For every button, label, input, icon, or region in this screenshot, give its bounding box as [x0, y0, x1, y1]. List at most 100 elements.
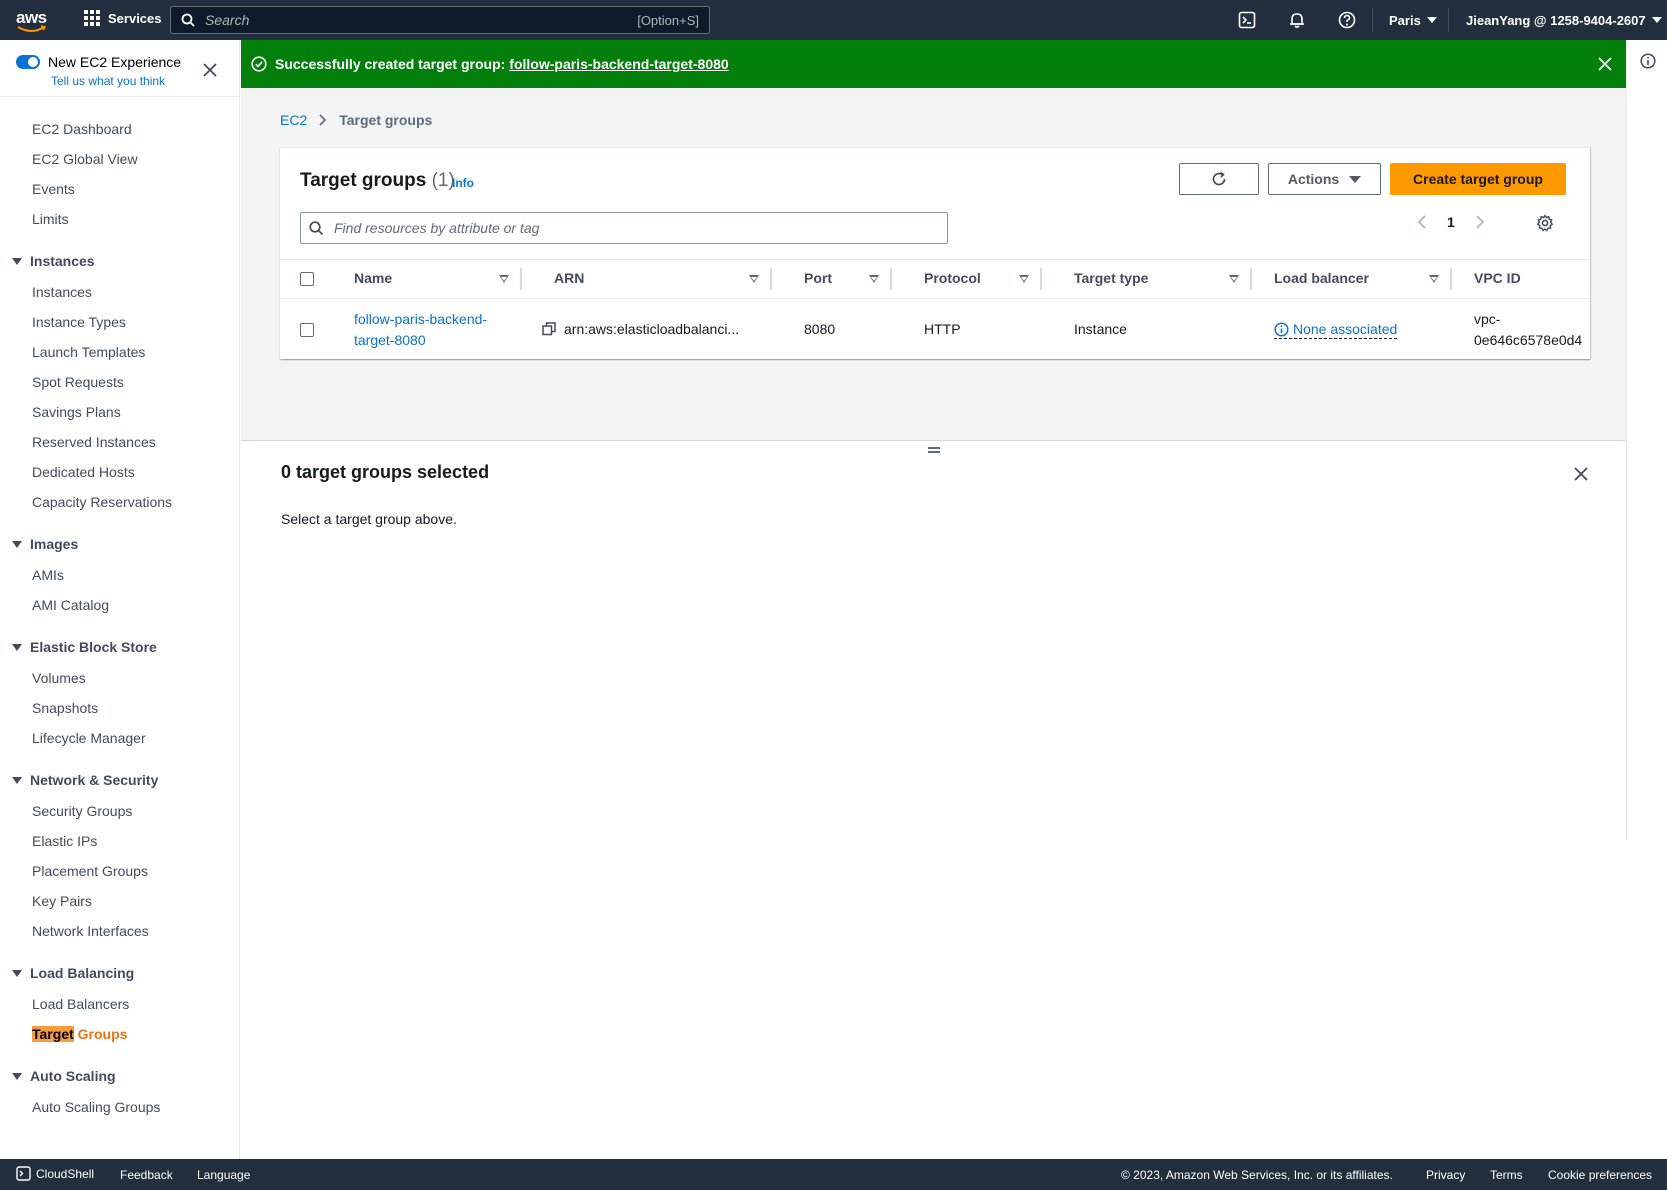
- column-header-protocol[interactable]: Protocol: [924, 270, 981, 286]
- footer-language-link[interactable]: Language: [197, 1168, 250, 1182]
- sidebar-item-security-groups[interactable]: Security Groups: [32, 803, 132, 819]
- sidebar-item-elastic-ips[interactable]: Elastic IPs: [32, 833, 97, 849]
- chevron-right-icon[interactable]: [1475, 215, 1485, 229]
- sort-icon[interactable]: [499, 275, 509, 283]
- table-row[interactable]: follow-paris-backend- target-8080 arn:aw…: [280, 300, 1590, 360]
- sidebar-section-instances[interactable]: Instances: [12, 253, 95, 269]
- aws-logo[interactable]: aws: [16, 8, 50, 34]
- column-resizer[interactable]: [770, 268, 772, 290]
- current-page-number[interactable]: 1: [1447, 214, 1455, 230]
- chevron-right-icon: [319, 114, 327, 126]
- sidebar-item-ami-catalog[interactable]: AMI Catalog: [32, 597, 109, 613]
- sort-icon[interactable]: [1429, 275, 1439, 283]
- column-header-arn[interactable]: ARN: [554, 270, 584, 286]
- help-icon[interactable]: [1338, 11, 1356, 29]
- sidebar-item-events[interactable]: Events: [32, 181, 75, 197]
- column-header-vpc-id[interactable]: VPC ID: [1474, 270, 1521, 286]
- services-menu-button[interactable]: Services: [84, 10, 162, 26]
- account-menu[interactable]: JieanYang @ 1258-9404-2607: [1466, 0, 1662, 40]
- column-resizer[interactable]: [1250, 268, 1252, 290]
- sidebar-section-elastic-block-store[interactable]: Elastic Block Store: [12, 639, 157, 655]
- search-input[interactable]: Search [Option+S]: [170, 6, 710, 34]
- footer-cookie-preferences-link[interactable]: Cookie preferences: [1548, 1168, 1652, 1182]
- column-resizer[interactable]: [1450, 268, 1452, 290]
- sort-icon[interactable]: [749, 275, 759, 283]
- footer-feedback-link[interactable]: Feedback: [120, 1168, 173, 1182]
- search-highlight: Target: [32, 1026, 74, 1042]
- load-balancer-value: None associated: [1293, 321, 1398, 337]
- actions-button[interactable]: Actions: [1268, 163, 1381, 195]
- sidebar-item-key-pairs[interactable]: Key Pairs: [32, 893, 92, 909]
- sidebar-section-auto-scaling[interactable]: Auto Scaling: [12, 1068, 116, 1084]
- row-checkbox[interactable]: [300, 323, 314, 337]
- sidebar-item-savings-plans[interactable]: Savings Plans: [32, 404, 121, 420]
- flash-message: Successfully created target group:: [275, 56, 506, 72]
- select-all-checkbox[interactable]: [300, 272, 314, 286]
- gear-icon[interactable]: [1536, 214, 1554, 232]
- expand-triangle-icon: [12, 540, 22, 548]
- column-resizer[interactable]: [520, 268, 522, 290]
- sidebar-item-ec2-dashboard[interactable]: EC2 Dashboard: [32, 121, 132, 137]
- refresh-button[interactable]: [1179, 163, 1259, 195]
- port-cell: 8080: [804, 321, 836, 337]
- breadcrumb-ec2-link[interactable]: EC2: [280, 112, 307, 128]
- sort-icon[interactable]: [1019, 275, 1029, 283]
- arn-cell: arn:aws:elasticloadbalanci...: [542, 321, 739, 337]
- cloudshell-icon[interactable]: [1238, 11, 1256, 29]
- load-balancer-link[interactable]: None associated: [1274, 321, 1398, 339]
- chevron-left-icon[interactable]: [1417, 215, 1427, 229]
- sidebar-item-instance-types[interactable]: Instance Types: [32, 314, 126, 330]
- close-icon[interactable]: [1597, 56, 1613, 72]
- sidebar-item-lifecycle-manager[interactable]: Lifecycle Manager: [32, 730, 146, 746]
- new-experience-toggle[interactable]: New EC2 Experience: [16, 54, 181, 70]
- sidebar-item-target-groups[interactable]: Target Groups: [32, 1026, 127, 1042]
- region-selector[interactable]: Paris: [1389, 0, 1437, 40]
- feedback-link[interactable]: Tell us what you think: [51, 74, 165, 88]
- sidebar-item-load-balancers[interactable]: Load Balancers: [32, 996, 129, 1012]
- sidebar-item-ec2-global-view[interactable]: EC2 Global View: [32, 151, 138, 167]
- toggle-switch[interactable]: [16, 55, 40, 69]
- flash-target-group-link[interactable]: follow-paris-backend-target-8080: [509, 56, 728, 72]
- sidebar-section-images[interactable]: Images: [12, 536, 78, 552]
- sidebar-item-amis[interactable]: AMIs: [32, 567, 64, 583]
- sidebar-item-spot-requests[interactable]: Spot Requests: [32, 374, 124, 390]
- sidebar-section-network-security[interactable]: Network & Security: [12, 772, 158, 788]
- sidebar-item-launch-templates[interactable]: Launch Templates: [32, 344, 145, 360]
- column-header-name[interactable]: Name: [354, 270, 392, 286]
- sidebar-item-limits[interactable]: Limits: [32, 211, 69, 227]
- info-icon[interactable]: [1640, 53, 1656, 69]
- create-target-group-button[interactable]: Create target group: [1390, 163, 1566, 195]
- sidebar-item-dedicated-hosts[interactable]: Dedicated Hosts: [32, 464, 135, 480]
- sidebar-item-reserved-instances[interactable]: Reserved Instances: [32, 434, 156, 450]
- close-icon[interactable]: [202, 62, 218, 78]
- cloudshell-button[interactable]: CloudShell: [16, 1166, 94, 1181]
- column-header-target-type[interactable]: Target type: [1074, 270, 1148, 286]
- nav-separator: [1372, 8, 1373, 32]
- sidebar-item-capacity-reservations[interactable]: Capacity Reservations: [32, 494, 172, 510]
- filter-placeholder: Find resources by attribute or tag: [334, 220, 540, 236]
- drag-handle-icon[interactable]: [928, 447, 940, 453]
- sort-icon[interactable]: [1229, 275, 1239, 283]
- sidebar-item-snapshots[interactable]: Snapshots: [32, 700, 98, 716]
- close-icon[interactable]: [1573, 466, 1589, 482]
- target-group-name-link[interactable]: follow-paris-backend- target-8080: [354, 309, 487, 351]
- account-label: JieanYang @ 1258-9404-2607: [1466, 12, 1646, 28]
- sidebar-item-volumes[interactable]: Volumes: [32, 670, 86, 686]
- column-header-port[interactable]: Port: [804, 270, 832, 286]
- column-resizer[interactable]: [1040, 268, 1042, 290]
- copy-icon[interactable]: [542, 322, 556, 336]
- column-header-load-balancer[interactable]: Load balancer: [1274, 270, 1369, 286]
- sort-icon[interactable]: [869, 275, 879, 283]
- column-resizer[interactable]: [890, 268, 892, 290]
- sidebar-item-instances[interactable]: Instances: [32, 284, 92, 300]
- footer-privacy-link[interactable]: Privacy: [1426, 1168, 1465, 1182]
- sidebar-section-load-balancing[interactable]: Load Balancing: [12, 965, 134, 981]
- sidebar-item-auto-scaling-groups[interactable]: Auto Scaling Groups: [32, 1099, 160, 1115]
- sidebar-item-placement-groups[interactable]: Placement Groups: [32, 863, 148, 879]
- filter-input[interactable]: Find resources by attribute or tag: [300, 212, 948, 244]
- bell-icon[interactable]: [1288, 11, 1306, 29]
- footer-terms-link[interactable]: Terms: [1490, 1168, 1523, 1182]
- sidebar-item-network-interfaces[interactable]: Network Interfaces: [32, 923, 149, 939]
- split-panel-divider[interactable]: [241, 440, 1627, 441]
- info-link[interactable]: Info: [452, 176, 474, 190]
